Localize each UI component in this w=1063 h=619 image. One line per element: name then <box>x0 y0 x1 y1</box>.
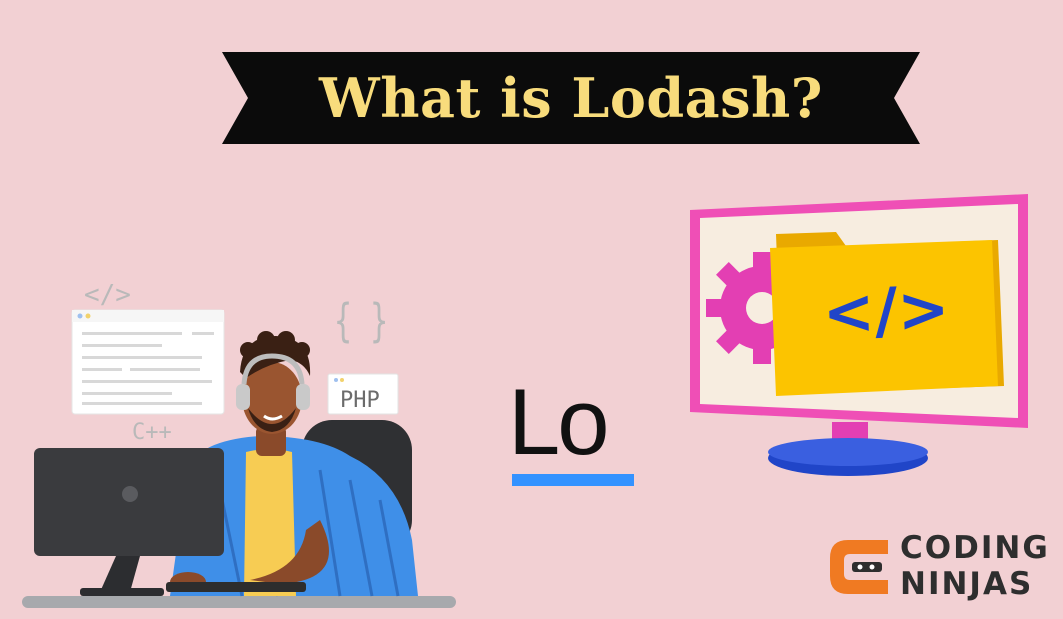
page-title: What is Lodash? <box>319 66 823 130</box>
brand-line-2: NINJAS <box>900 566 1034 602</box>
headphones <box>236 384 250 410</box>
code-tag-icon: </> <box>821 271 951 349</box>
lodash-logo-text: Lo <box>508 369 610 474</box>
developer-illustration <box>22 309 456 608</box>
html-tag-icon: </> <box>84 280 131 310</box>
lodash-underline <box>512 474 634 486</box>
php-label: PHP <box>340 388 380 413</box>
braces-icon: { } <box>334 295 389 348</box>
brand-line-1: CODING <box>900 530 1050 566</box>
code-window-icon <box>71 309 225 415</box>
lodash-logo: Lo <box>508 372 638 492</box>
keyboard <box>166 582 306 592</box>
computer-monitor <box>34 448 224 556</box>
title-banner: What is Lodash? <box>222 52 920 144</box>
ninja-mask-icon <box>830 540 888 594</box>
cpp-label: C++ <box>132 420 172 445</box>
coding-ninjas-logo: CODING NINJAS <box>826 530 1063 610</box>
thumbnail-canvas: What is Lodash? </> {} PHP C++ Lo </> C… <box>0 0 1063 619</box>
desk <box>22 596 456 608</box>
